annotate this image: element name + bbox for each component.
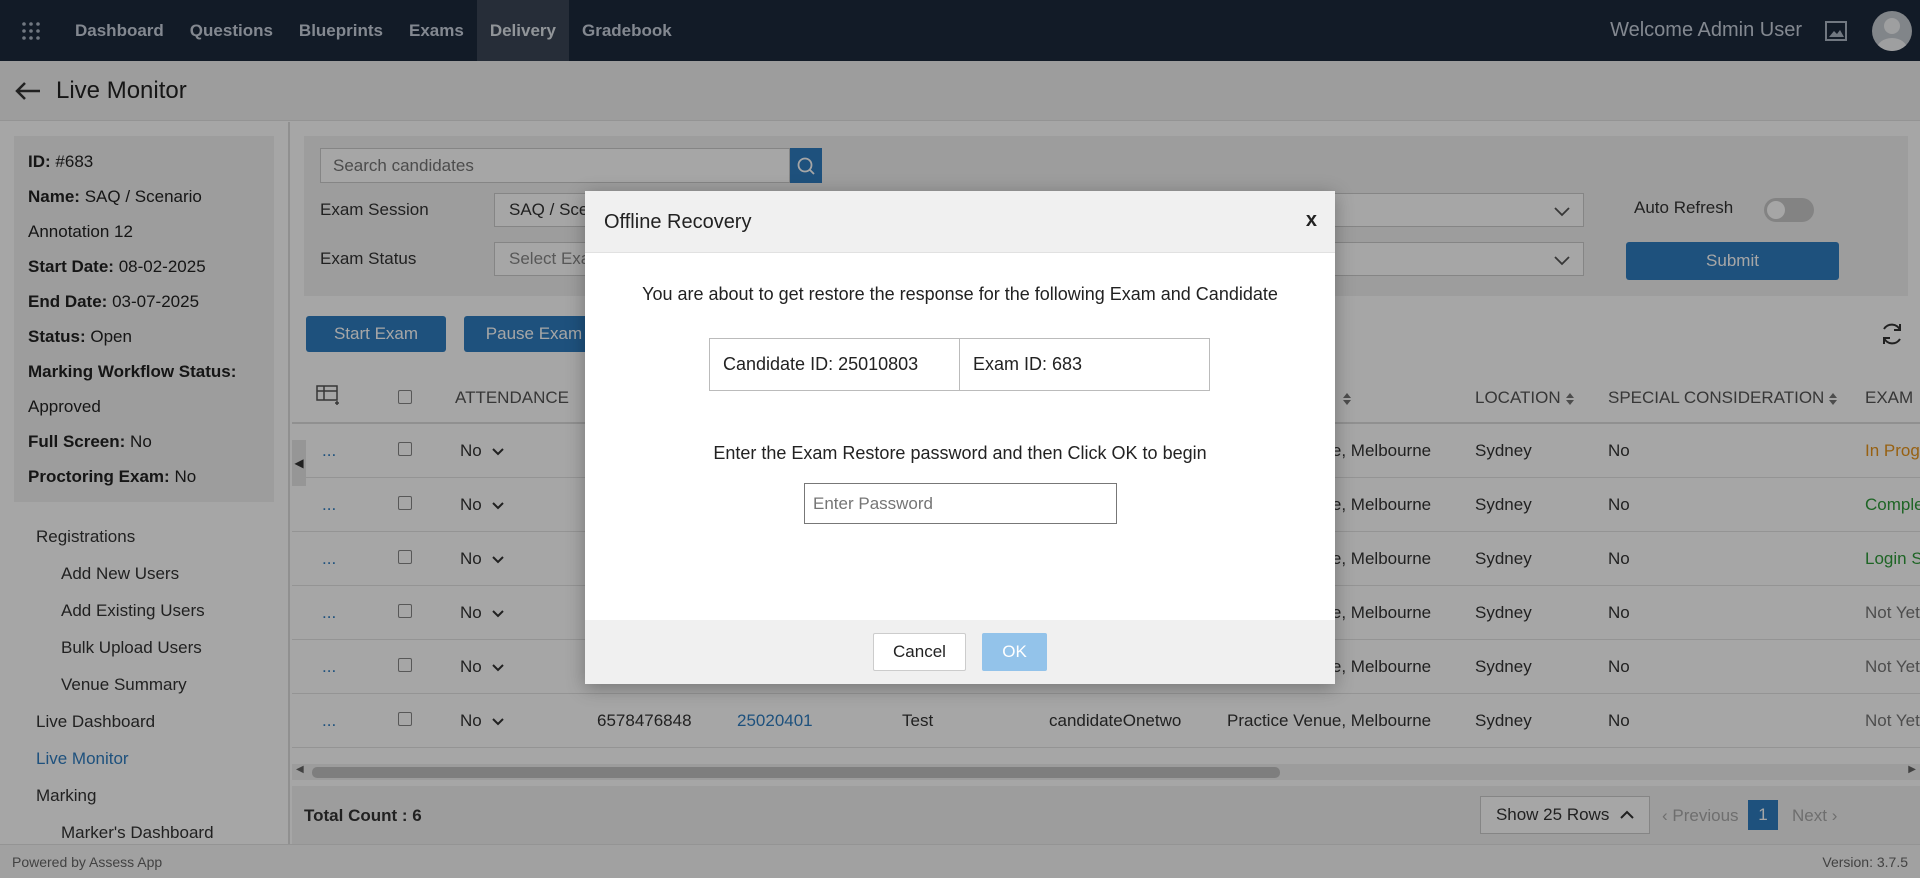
exam-id-box: Exam ID: 683	[959, 338, 1210, 391]
modal-message: You are about to get restore the respons…	[642, 284, 1278, 304]
modal-header: Offline Recovery x	[585, 191, 1335, 253]
modal-instruction: Enter the Exam Restore password and then…	[713, 443, 1207, 463]
offline-recovery-modal: Offline Recovery x You are about to get …	[585, 191, 1335, 684]
candidate-id-box: Candidate ID: 25010803	[709, 338, 960, 391]
cancel-button[interactable]: Cancel	[873, 633, 966, 671]
password-input[interactable]	[804, 483, 1117, 524]
modal-title: Offline Recovery	[604, 211, 752, 233]
modal-footer: Cancel OK	[585, 620, 1335, 684]
ok-button[interactable]: OK	[982, 633, 1047, 671]
close-icon[interactable]: x	[1306, 209, 1317, 232]
